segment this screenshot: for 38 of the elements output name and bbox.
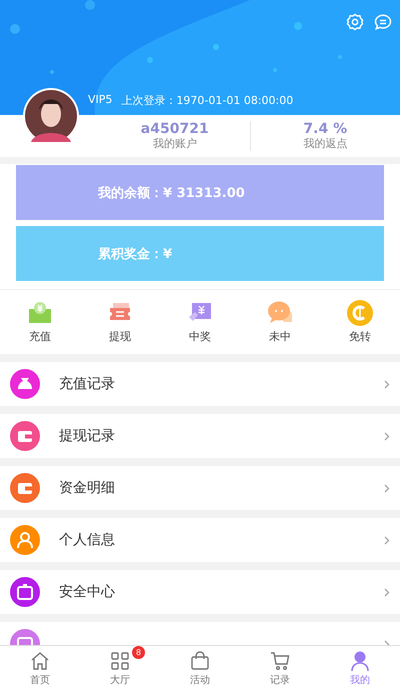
stat-value: a450721 — [140, 121, 209, 137]
stat-value: 7.4 % — [303, 121, 348, 137]
chat-bubble-icon — [267, 300, 293, 326]
bag-icon — [190, 651, 210, 671]
quick-action[interactable]: 提现 — [80, 300, 160, 344]
tab[interactable]: 首页 — [0, 646, 80, 692]
menu-item[interactable]: 个人信息 — [0, 518, 400, 562]
money-envelope-icon — [27, 300, 53, 326]
last-login-text: 上次登录：1970-01-01 08:00:00 — [121, 93, 294, 108]
menu-item[interactable]: 充值记录 — [0, 362, 400, 406]
person-icon — [350, 651, 370, 671]
cart-icon — [270, 651, 290, 671]
chevron-right-icon — [384, 536, 390, 544]
home-icon — [30, 651, 50, 671]
grid-icon — [110, 651, 130, 671]
balance-card: 累积奖金：¥ — [16, 226, 384, 281]
menu-item[interactable]: 资金明细 — [0, 466, 400, 510]
tab[interactable]: 活动 — [160, 646, 240, 692]
chevron-right-icon — [384, 588, 390, 596]
quick-action[interactable]: 免转 — [320, 300, 400, 344]
chevron-right-icon — [384, 484, 390, 492]
quick-action[interactable]: 未中 — [240, 300, 320, 344]
chevron-right-icon — [384, 432, 390, 440]
menu-item[interactable]: 提现记录 — [0, 414, 400, 458]
balance-card: 我的余额：¥ 31313.00 — [16, 165, 384, 220]
stat-label: 我的账户 — [152, 137, 197, 151]
notification-badge: 8 — [132, 646, 145, 659]
quick-action[interactable]: 充值 — [0, 300, 80, 344]
message-icon[interactable] — [374, 13, 392, 31]
tab[interactable]: 记录 — [240, 646, 320, 692]
settings-icon[interactable] — [346, 13, 364, 31]
quick-action[interactable]: 中奖 — [160, 300, 240, 344]
menu-item[interactable]: 安全中心 — [0, 570, 400, 614]
tab[interactable]: 大厅 8 — [80, 646, 160, 692]
coin-icon — [347, 300, 373, 326]
vip-level: VIP5 — [88, 93, 112, 108]
stat-label: 我的返点 — [303, 137, 348, 151]
chevron-right-icon — [384, 380, 390, 388]
